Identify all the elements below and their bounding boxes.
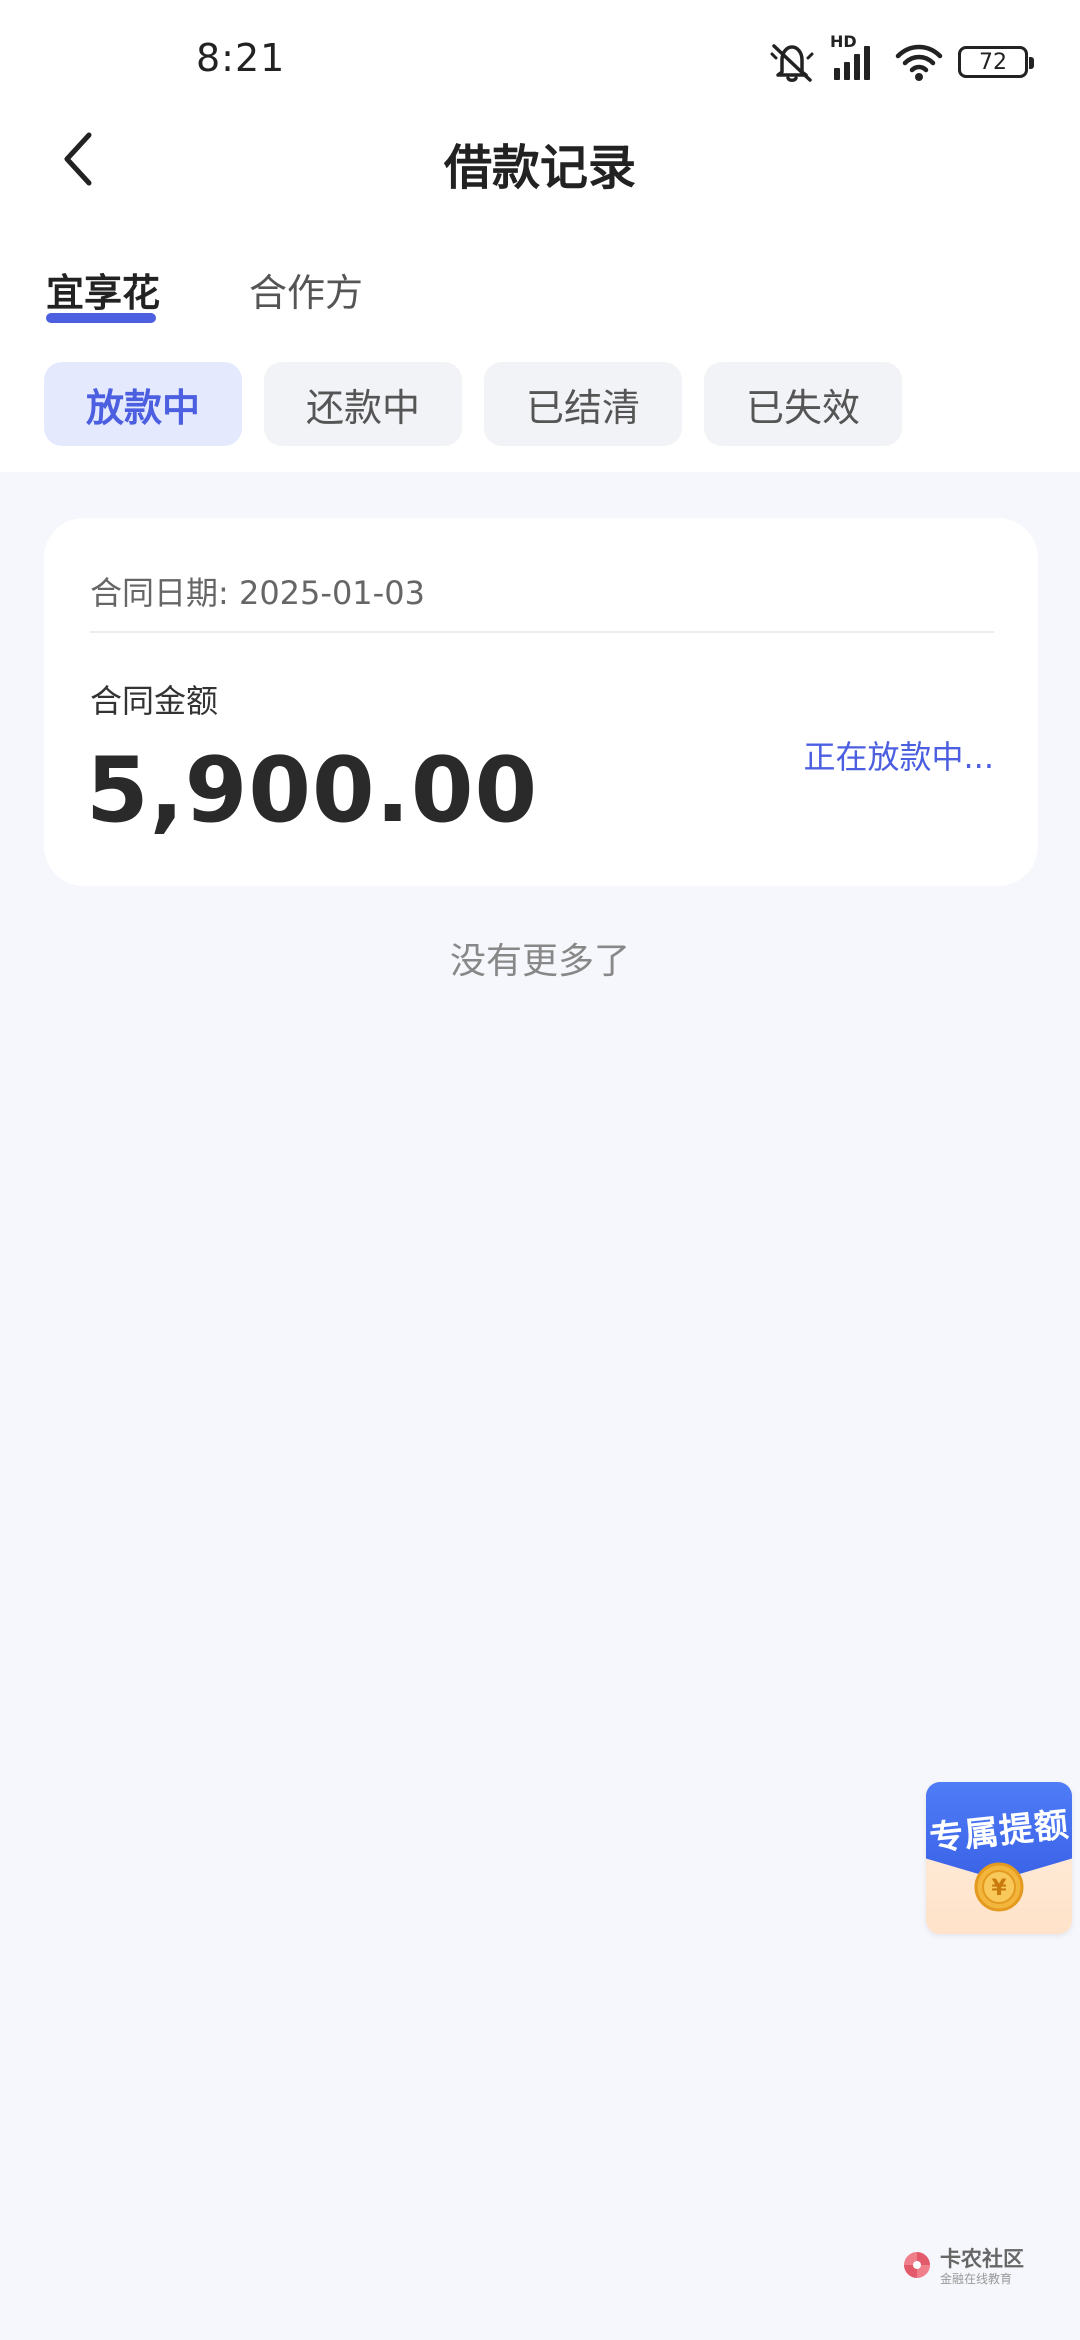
wifi-icon bbox=[894, 40, 944, 84]
contract-amount-label: 合同金额 bbox=[90, 682, 219, 720]
credit-boost-badge[interactable]: 专属提额 ¥ bbox=[926, 1782, 1072, 1934]
battery-icon: 72 bbox=[958, 46, 1034, 78]
bell-off-icon bbox=[768, 40, 816, 84]
list-end-text: 没有更多了 bbox=[449, 941, 630, 982]
contract-date: 合同日期: 2025-01-03 bbox=[90, 574, 425, 612]
page-title: 借款记录 bbox=[443, 140, 636, 196]
watermark-name: 卡农社区 bbox=[940, 2247, 1024, 2271]
status-time: 8:21 bbox=[196, 36, 286, 80]
filter-chip-settled[interactable]: 已结清 bbox=[484, 362, 682, 446]
watermark: 卡农社区 金融在线教育 bbox=[900, 2248, 1024, 2286]
active-tab-indicator bbox=[46, 313, 156, 323]
network-type-label: HD bbox=[830, 32, 857, 51]
coin-icon: ¥ bbox=[974, 1862, 1024, 1912]
card-divider bbox=[90, 631, 994, 633]
contract-amount: 5,900.00 bbox=[86, 738, 539, 843]
kanong-logo-icon bbox=[900, 2248, 934, 2286]
status-icons: HD 72 bbox=[768, 32, 1034, 86]
tab-yixianghua[interactable]: 宜享花 bbox=[46, 262, 160, 317]
signal-icon: HD bbox=[830, 32, 880, 84]
loan-record-card[interactable]: 合同日期: 2025-01-03 合同金额 5,900.00 正在放款中... bbox=[44, 518, 1038, 886]
tab-partners[interactable]: 合作方 bbox=[249, 262, 363, 317]
battery-level: 72 bbox=[979, 49, 1007, 75]
filter-chip-expired[interactable]: 已失效 bbox=[704, 362, 902, 446]
filter-chip-repaying[interactable]: 还款中 bbox=[264, 362, 462, 446]
filter-chip-disbursing[interactable]: 放款中 bbox=[44, 362, 242, 446]
coin-symbol: ¥ bbox=[991, 1876, 1007, 1901]
status-bar: 8:21 HD 72 bbox=[0, 0, 1080, 120]
loan-status: 正在放款中... bbox=[803, 738, 994, 776]
watermark-tagline: 金融在线教育 bbox=[940, 2272, 1013, 2286]
